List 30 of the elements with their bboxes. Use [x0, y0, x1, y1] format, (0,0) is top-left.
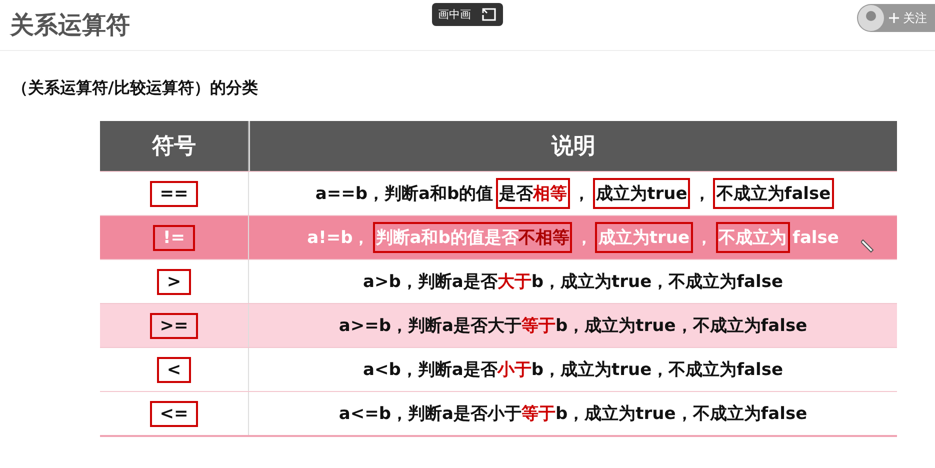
description-text: false: [792, 226, 840, 250]
highlight-box: 不成立为false: [713, 178, 834, 209]
highlight-box: 是否相等: [496, 178, 570, 209]
operator-symbol: !=: [153, 224, 195, 250]
pip-icon: [481, 8, 497, 22]
avatar-icon: [857, 4, 885, 32]
description-text: a!=b，: [306, 227, 371, 250]
operator-symbol: >=: [150, 312, 198, 338]
description-text: a==b，判断a和b的值: [314, 183, 494, 206]
description-text: ，: [572, 183, 592, 206]
description-text: ，: [694, 227, 714, 250]
operator-symbol: <=: [150, 400, 198, 426]
pen-cursor-icon: [861, 238, 875, 254]
description-text: a>b，判断a是否大于b，成立为true，不成立为false: [362, 271, 784, 294]
operator-symbol: <: [156, 356, 192, 382]
operator-symbol: >: [156, 268, 192, 294]
description-text: ，: [692, 183, 712, 206]
description-text: a<b，判断a是否小于b，成立为true，不成立为false: [362, 359, 784, 382]
highlight-box: 成立为true: [595, 222, 693, 253]
description-text: ，: [574, 227, 594, 250]
plus-icon: [889, 13, 899, 23]
operator-symbol: ==: [150, 180, 198, 206]
section-heading: （关系运算符/比较运算符）的分类: [12, 78, 259, 99]
slide-title: 关系运算符: [10, 10, 130, 41]
description-text: a<=b，判断a是否小于等于b，成立为true，不成立为false: [338, 403, 808, 426]
description-text: a>=b，判断a是否大于等于b，成立为true，不成立为false: [338, 315, 808, 338]
highlight-box: 判断a和b的值是否不相等: [372, 222, 572, 253]
highlight-box: 不成立为: [716, 222, 790, 253]
highlight-box: 成立为true: [593, 178, 690, 209]
pip-button[interactable]: 画中画: [432, 3, 503, 26]
